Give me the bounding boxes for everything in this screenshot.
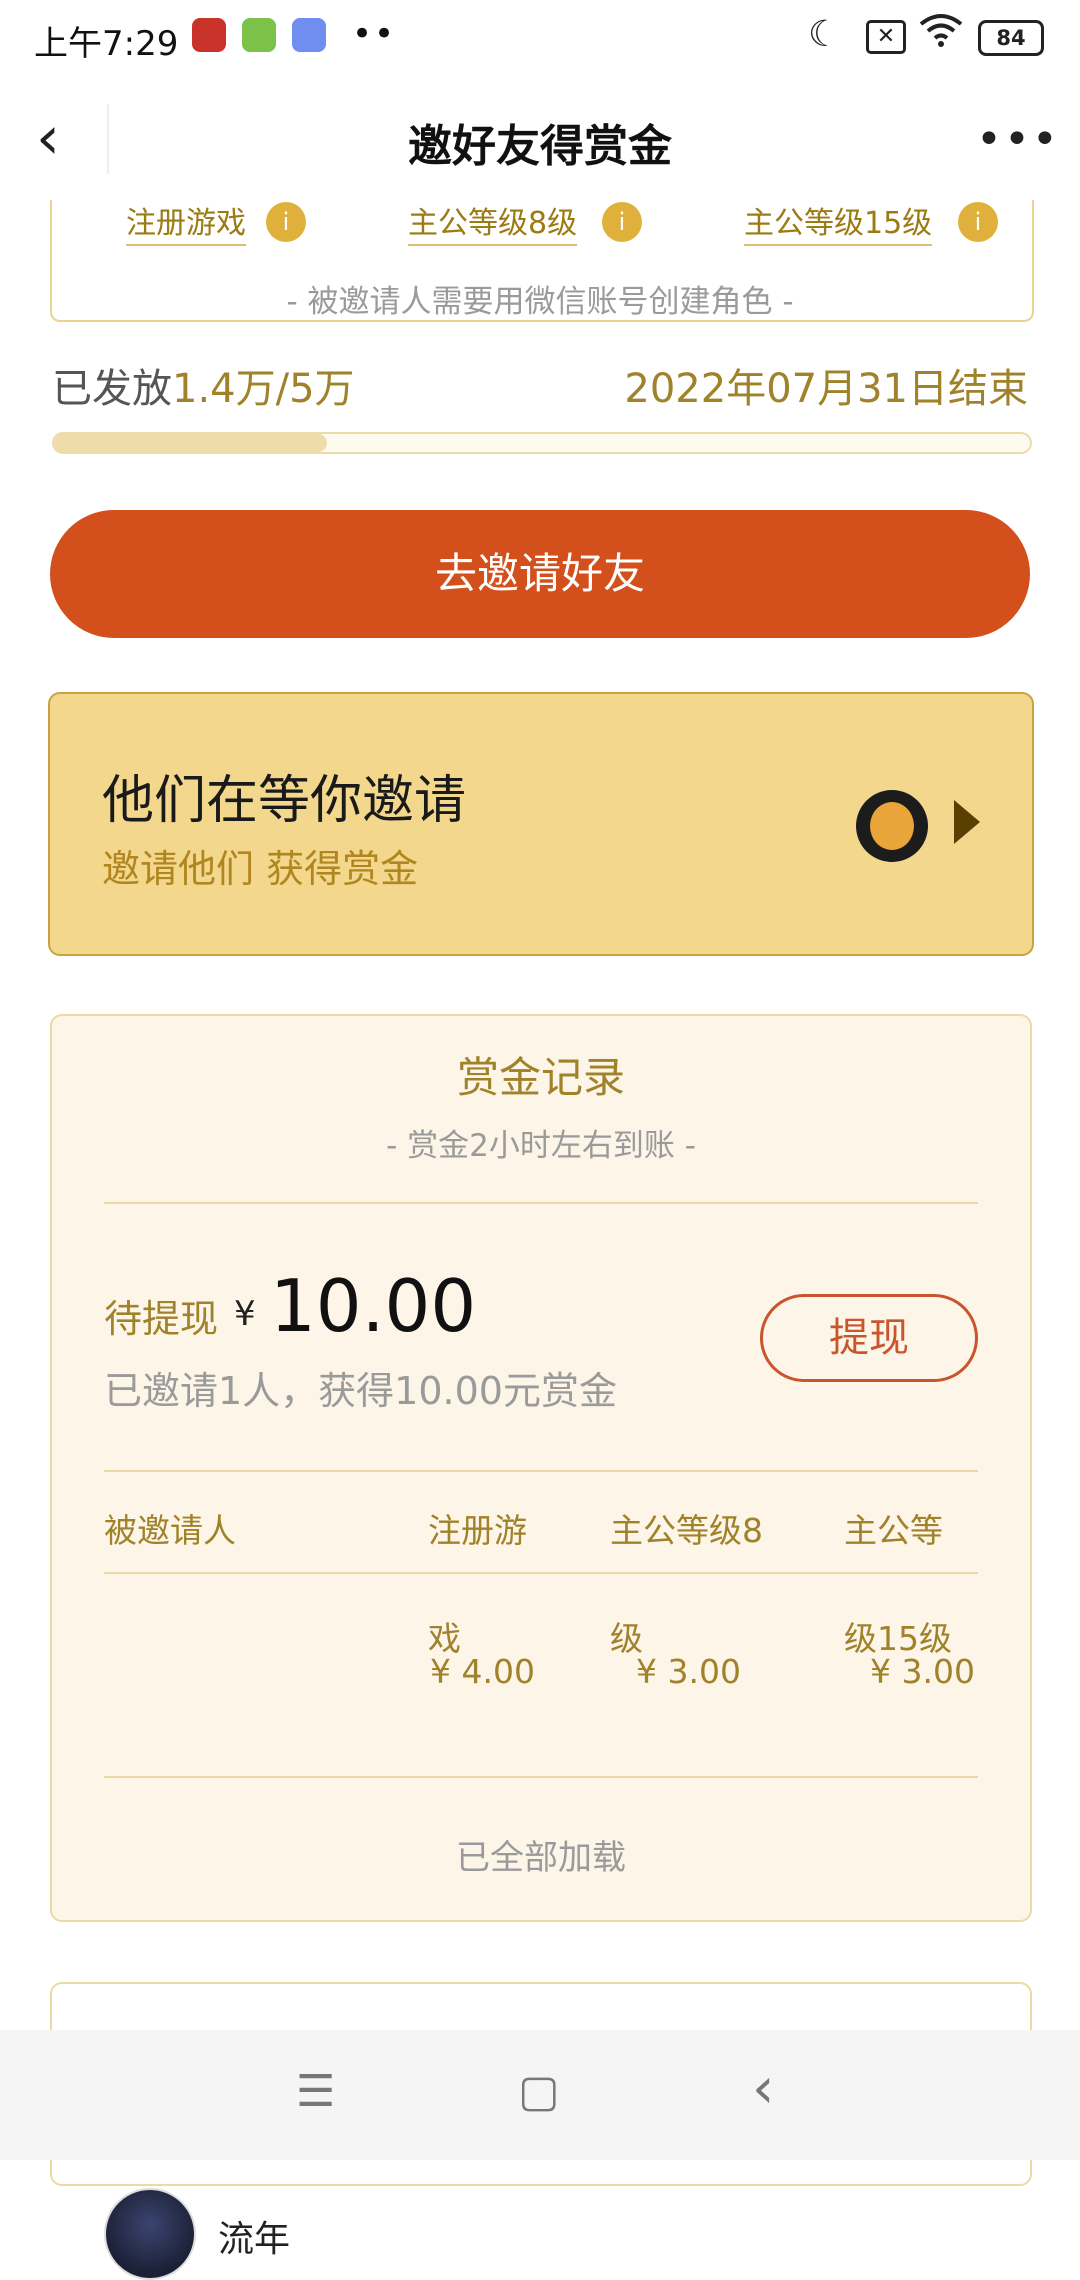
table-row: 流年 戏 级 级15级 ¥ 4.00 ¥ 3.00 ¥ 3.00 (52, 1576, 1030, 2280)
info-icon[interactable]: i (958, 202, 998, 242)
invite-friends-button[interactable]: 去邀请好友 (50, 510, 1030, 638)
all-loaded-text: 已全部加载 (456, 1838, 626, 1878)
invitee-name: 流年 (218, 2219, 291, 2260)
pending-amount: 10.00 (270, 1264, 477, 1348)
records-subtitle: - 赏金2小时左右到账 - (386, 1128, 696, 1164)
issued-value: 1.4万/5万 (172, 366, 355, 412)
reward-records-card: 赏金记录 - 赏金2小时左右到账 - 待提现 ¥ 10.00 已邀请1人，获得1… (50, 1014, 1032, 2280)
currency-symbol: ¥ (234, 1294, 256, 1334)
header-lord-8: 主公等级8 (610, 1511, 763, 1550)
end-date: 2022年07月31日结束 (624, 366, 1028, 412)
back-icon[interactable]: ‹ (752, 2056, 774, 2121)
status-time: 上午7:29 (34, 24, 179, 64)
header-lord-15: 主公等 (844, 1511, 943, 1550)
download-notification-icon (242, 18, 276, 52)
issued-amount: 已发放1.4万/5万 (52, 356, 355, 414)
waiting-subtitle: 邀请他们 获得赏金 (102, 847, 419, 891)
issued-prefix: 已发放 (52, 366, 172, 412)
do-not-disturb-icon: ☾ (808, 14, 841, 55)
pending-summary: 已邀请1人，获得10.00元赏金 (104, 1369, 617, 1413)
battery-icon: 84 (978, 20, 1044, 56)
info-icon[interactable]: i (266, 202, 306, 242)
avatar (104, 2188, 196, 2280)
no-sim-icon: ✕ (866, 20, 906, 54)
issued-progress-fill (54, 434, 328, 452)
reward-register: ¥ 4.00 (430, 1652, 535, 1691)
reward-lord-15: ¥ 3.00 (870, 1652, 975, 1691)
header-register: 注册游 (428, 1511, 527, 1550)
header-invitee: 被邀请人 (104, 1511, 236, 1550)
game-notification-icon (192, 18, 226, 52)
info-icon[interactable]: i (602, 202, 642, 242)
dog-face-icon (870, 802, 914, 850)
records-title: 赏金记录 (456, 1053, 625, 1102)
waiting-invite-card[interactable]: 他们在等你邀请 邀请他们 获得赏金 (48, 692, 1034, 956)
more-options-button[interactable]: ••• (976, 118, 1060, 162)
issued-progress-bar (52, 432, 1032, 454)
pending-label: 待提现 (104, 1297, 219, 1341)
status-bar: 上午7:29 •• ☾ ✕ 84 (0, 0, 1080, 78)
level-lord-8[interactable]: 主公等级8级 (408, 198, 578, 246)
level-lord-15[interactable]: 主公等级15级 (744, 198, 933, 246)
divider (104, 1572, 978, 1574)
reward-lord-8: ¥ 3.00 (636, 1652, 741, 1691)
level-register-game[interactable]: 注册游戏 (126, 198, 246, 246)
wechat-requirement-note: - 被邀请人需要用微信账号创建角色 - (286, 284, 794, 320)
home-icon[interactable]: ▢ (518, 2066, 560, 2117)
waiting-title: 他们在等你邀请 (102, 771, 467, 831)
miui-notification-icon (292, 18, 326, 52)
more-notifications-icon: •• (352, 14, 397, 54)
divider (104, 1202, 978, 1204)
system-navigation-bar: ☰ ▢ ‹ (0, 2030, 1080, 2160)
arrow-right-icon (954, 800, 980, 844)
menu-icon[interactable]: ☰ (296, 2066, 335, 2117)
dog-avatar (856, 790, 928, 862)
page-title: 邀好友得赏金 (408, 121, 672, 172)
withdraw-button[interactable]: 提现 (760, 1294, 978, 1382)
divider (104, 1776, 978, 1778)
divider (104, 1470, 978, 1472)
wifi-icon (918, 12, 964, 57)
